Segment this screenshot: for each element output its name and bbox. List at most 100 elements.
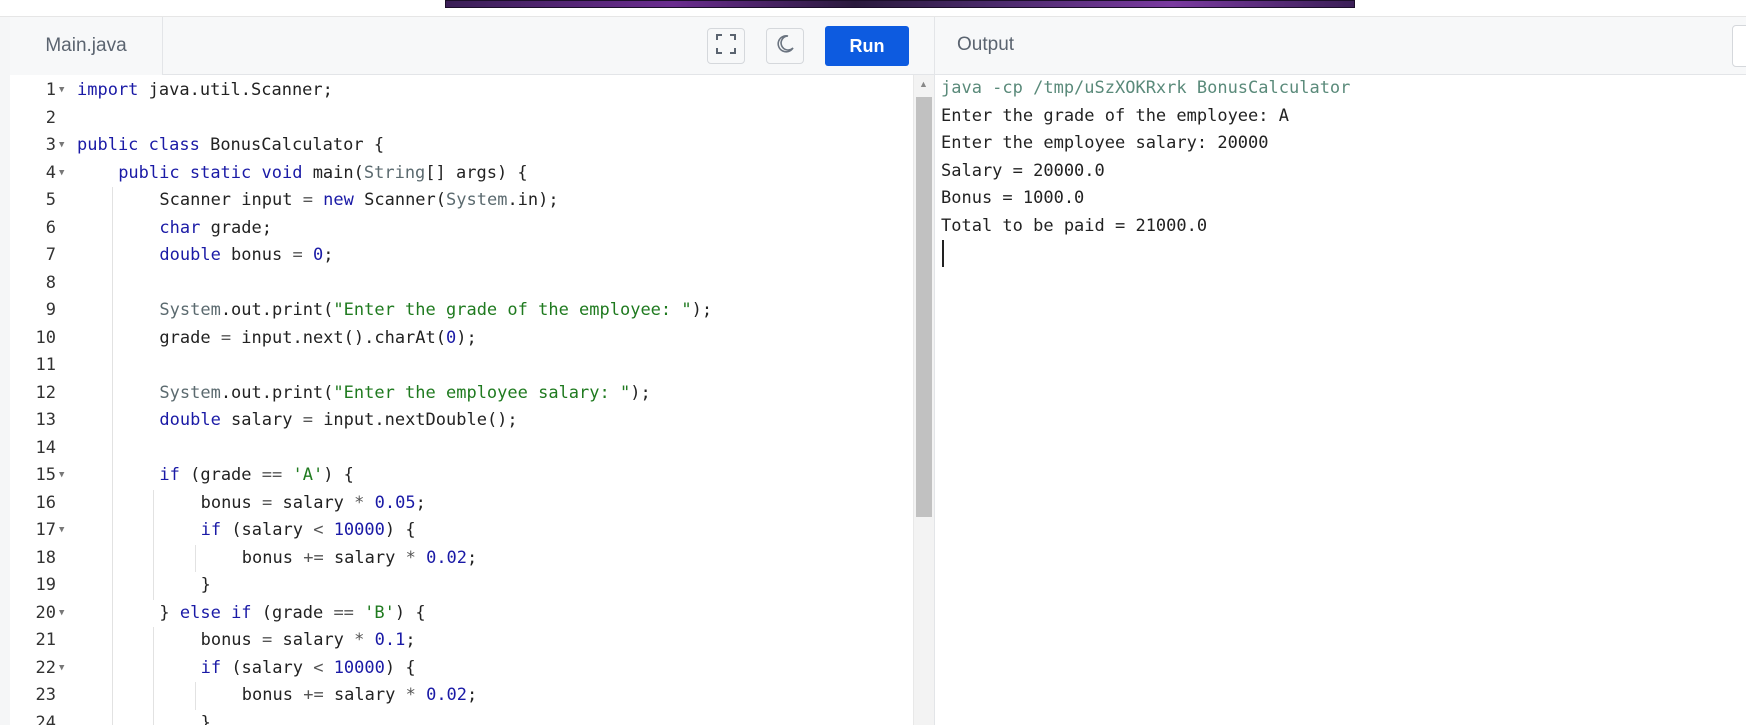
code-line[interactable]: 5 Scanner input = new Scanner(System.in); bbox=[10, 187, 913, 215]
fold-toggle-icon[interactable]: ▼ bbox=[59, 132, 64, 160]
fold-toggle-icon[interactable]: ▼ bbox=[59, 600, 64, 628]
code-line[interactable]: 11 bbox=[10, 352, 913, 380]
indent-guide bbox=[112, 297, 114, 325]
indent-guide bbox=[112, 627, 114, 655]
code-text: if (salary < 10000) { bbox=[200, 520, 416, 540]
indent-guide bbox=[112, 379, 114, 407]
output-line: Bonus = 1000.0 bbox=[941, 188, 1085, 208]
code-line[interactable]: 22 ▼ if (salary < 10000) { bbox=[10, 654, 913, 683]
code-line[interactable]: 12 System.out.print("Enter the employee s… bbox=[10, 379, 913, 407]
line-number: 4 bbox=[45, 162, 56, 183]
indent-guide bbox=[112, 242, 114, 270]
code-text: import java.util.Scanner; bbox=[77, 80, 333, 100]
indent-guide bbox=[112, 269, 114, 297]
fold-toggle-icon[interactable]: ▼ bbox=[59, 517, 64, 545]
line-number: 8 bbox=[45, 272, 56, 293]
scrollbar-thumb[interactable] bbox=[916, 97, 932, 517]
line-number: 9 bbox=[45, 300, 56, 320]
code-text: bonus += salary * 0.02; bbox=[241, 685, 478, 705]
fullscreen-button[interactable] bbox=[707, 28, 745, 64]
code-line[interactable]: 14 bbox=[10, 434, 913, 462]
code-text: public class BonusCalculator { bbox=[77, 135, 385, 155]
fullscreen-icon bbox=[715, 33, 737, 60]
output-header: Output bbox=[934, 17, 1746, 75]
code-line[interactable]: 16 bonus = salary * 0.05; bbox=[10, 489, 913, 517]
indent-guide bbox=[112, 187, 114, 215]
fold-toggle-icon[interactable]: ▼ bbox=[59, 160, 64, 188]
indent-guide bbox=[112, 544, 114, 572]
code-line[interactable]: 23 bonus += salary * 0.02; bbox=[10, 682, 913, 710]
output-title: Output bbox=[957, 34, 1015, 55]
indent-guide bbox=[112, 352, 114, 380]
code-line[interactable]: 13 double salary = input.nextDouble(); bbox=[10, 407, 913, 435]
line-number: 6 bbox=[45, 217, 56, 238]
line-number: 7 bbox=[45, 245, 56, 265]
code-text: grade = input.next().charAt(0); bbox=[159, 327, 477, 348]
code-line[interactable]: 21 bonus = salary * 0.1; bbox=[10, 627, 913, 655]
code-line[interactable]: 4 ▼ public static void main(String[] args)… bbox=[10, 160, 913, 188]
left-edge-strip bbox=[0, 17, 10, 725]
line-number: 3 bbox=[45, 135, 56, 155]
fold-toggle-icon[interactable]: ▼ bbox=[59, 77, 64, 105]
fold-toggle-icon[interactable]: ▼ bbox=[59, 462, 64, 490]
code-line[interactable]: 17 ▼ if (salary < 10000) { bbox=[10, 517, 913, 545]
code-text: } bbox=[200, 575, 211, 595]
code-line[interactable]: 10 grade = input.next().charAt(0); bbox=[10, 324, 913, 352]
code-line[interactable]: 15 ▼ if (grade == 'A') { bbox=[10, 462, 913, 490]
indent-guide bbox=[194, 682, 196, 710]
code-text: bonus = salary * 0.1; bbox=[200, 630, 416, 650]
code-text: double bonus = 0; bbox=[159, 245, 334, 265]
indent-guide bbox=[112, 654, 114, 682]
line-number: 21 bbox=[35, 630, 56, 650]
indent-guide bbox=[153, 544, 155, 572]
code-line[interactable]: 6 char grade; bbox=[10, 214, 913, 242]
line-number: 23 bbox=[35, 685, 56, 705]
indent-guide bbox=[112, 462, 114, 490]
indent-guide bbox=[194, 544, 196, 572]
code-line[interactable]: 2 bbox=[10, 105, 913, 133]
indent-guide bbox=[153, 627, 155, 655]
code-text: Scanner input = new Scanner(System.in); bbox=[159, 190, 559, 210]
indent-guide bbox=[153, 654, 155, 682]
line-number: 16 bbox=[35, 492, 56, 513]
line-number: 14 bbox=[35, 437, 56, 458]
run-button[interactable]: Run bbox=[825, 26, 909, 66]
code-text: System.out.print("Enter the employee sal… bbox=[159, 382, 651, 403]
line-number: 20 bbox=[35, 602, 56, 623]
indent-guide bbox=[153, 709, 155, 725]
code-line[interactable]: 19} bbox=[10, 572, 913, 600]
code-line[interactable]: 18 bonus += salary * 0.02; bbox=[10, 544, 913, 572]
code-line[interactable]: 9 System.out.print("Enter the grade of th… bbox=[10, 297, 913, 325]
code-text: if (grade == 'A') { bbox=[159, 465, 354, 485]
indent-guide bbox=[112, 407, 114, 435]
output-line: Total to be paid = 21000.0 bbox=[941, 215, 1208, 236]
scroll-up-arrow-icon[interactable]: ▲ bbox=[919, 79, 928, 89]
fold-toggle-icon[interactable]: ▼ bbox=[59, 655, 64, 683]
line-number: 17 bbox=[35, 520, 56, 540]
editor-scrollbar[interactable]: ▲ bbox=[913, 75, 934, 725]
line-number: 12 bbox=[35, 382, 56, 403]
code-text: System.out.print("Enter the grade of the… bbox=[159, 300, 713, 320]
code-line[interactable]: 24} bbox=[10, 709, 913, 725]
indent-guide bbox=[112, 489, 114, 517]
line-number: 15 bbox=[35, 465, 56, 485]
line-number: 11 bbox=[35, 355, 56, 375]
indent-guide bbox=[112, 682, 114, 710]
code-text: if (salary < 10000) { bbox=[200, 657, 416, 678]
code-line[interactable]: 8 bbox=[10, 269, 913, 297]
line-number: 1 bbox=[45, 80, 56, 100]
indent-guide bbox=[112, 324, 114, 352]
clear-output-button[interactable] bbox=[1732, 25, 1746, 67]
file-tab-main-java[interactable]: Main.java bbox=[10, 17, 163, 75]
code-editor[interactable]: 1 ▼ import java.util.Scanner; 2 3 ▼ public cla… bbox=[10, 75, 913, 725]
indent-guide bbox=[153, 572, 155, 600]
output-console[interactable]: java -cp /tmp/uSzXOKRxrk BonusCalculator… bbox=[934, 75, 1746, 725]
theme-toggle-button[interactable] bbox=[766, 28, 804, 64]
code-line[interactable]: 1 ▼ import java.util.Scanner; bbox=[10, 77, 913, 105]
indent-guide bbox=[112, 214, 114, 242]
code-line[interactable]: 7 double bonus = 0; bbox=[10, 242, 913, 270]
indent-guide bbox=[112, 709, 114, 725]
code-line[interactable]: 20 ▼} else if (grade == 'B') { bbox=[10, 599, 913, 628]
output-line: Enter the employee salary: 20000 bbox=[941, 133, 1269, 153]
code-line[interactable]: 3 ▼ public class BonusCalculator { bbox=[10, 132, 913, 160]
